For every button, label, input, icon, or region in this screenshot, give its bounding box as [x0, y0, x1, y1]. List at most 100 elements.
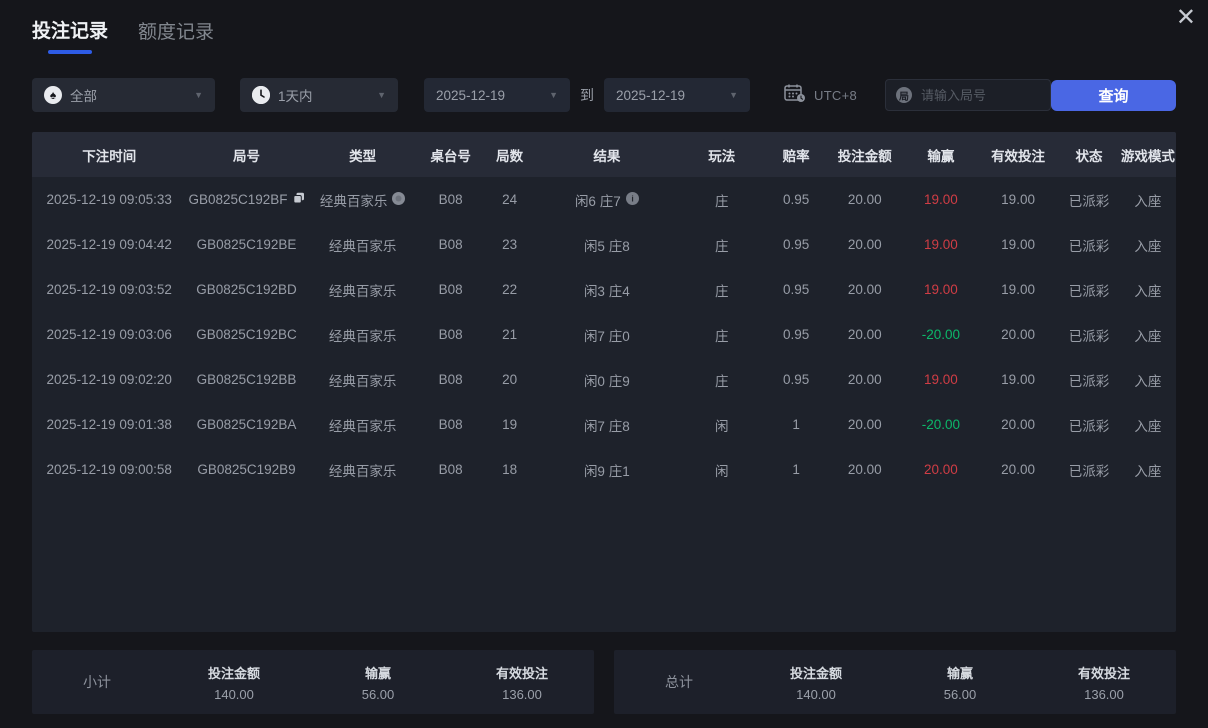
column-header: 局号	[232, 148, 260, 164]
time-range-select-value: 1天内	[278, 89, 313, 104]
cell-bet-type: 庄	[715, 328, 729, 344]
tab-bar: 投注记录 额度记录	[0, 0, 1208, 54]
cell-valid-bet: 19.00	[1001, 282, 1035, 297]
round-number-input[interactable]	[919, 86, 1041, 104]
cell-status: 已派彩	[1068, 328, 1110, 344]
summary-valid-bet: 有效投注 136.00	[1077, 665, 1130, 702]
cell-round-id: GB0825C192BC	[196, 327, 297, 342]
chevron-down-icon: ▼	[194, 90, 203, 100]
game-type-badge-icon	[392, 191, 406, 208]
copy-icon[interactable]	[292, 192, 305, 207]
cell-bet-amount: 20.00	[847, 462, 882, 477]
cell-game-type: 经典百家乐	[328, 463, 397, 479]
cell-valid-bet: 20.00	[1001, 462, 1035, 477]
table-row: 2025-12-19 09:03:06 GB0825C192BC 经典百家乐 B…	[32, 312, 1176, 357]
cell-game-mode: 入座	[1134, 328, 1162, 344]
close-icon[interactable]: ✕	[1176, 4, 1196, 32]
column-header: 状态	[1075, 148, 1103, 164]
date-to-label: 到	[580, 87, 594, 103]
cell-table-number: B08	[438, 372, 463, 387]
cell-game-type: 经典百家乐	[328, 283, 397, 299]
cell-result: 闲0 庄9 i	[583, 373, 630, 389]
chevron-down-icon: ▼	[549, 90, 558, 100]
column-header: 结果	[593, 148, 621, 164]
cell-win-loss: 20.00	[923, 462, 958, 477]
active-tab-underline	[48, 50, 92, 54]
cell-round-id: GB0825C192BB	[196, 372, 297, 387]
cell-bet-amount: 20.00	[847, 372, 882, 387]
cell-bet-time: 2025-12-19 09:00:58	[46, 462, 172, 477]
cell-bet-type: 庄	[715, 283, 729, 299]
cell-game-mode: 入座	[1134, 373, 1162, 389]
cell-game-mode: 入座	[1134, 463, 1162, 479]
spade-icon: ♠	[44, 86, 62, 104]
cell-win-loss: 19.00	[923, 282, 958, 297]
cell-result: 闲6 庄7 i	[536, 190, 677, 210]
cell-status: 已派彩	[1068, 283, 1110, 299]
cell-odds: 0.95	[783, 192, 810, 207]
cell-bet-time: 2025-12-19 09:03:06	[46, 327, 172, 342]
timezone-display: UTC+8	[784, 83, 857, 108]
cell-shoe-number: 18	[502, 462, 518, 477]
cell-game-mode: 入座	[1134, 418, 1162, 434]
table-body: 2025-12-19 09:05:33 GB0825C192BF 经典百家乐 B…	[32, 177, 1176, 492]
date-to-value: 2025-12-19	[616, 87, 686, 103]
column-header: 桌台号	[430, 148, 471, 164]
cell-shoe-number: 21	[502, 327, 518, 342]
cell-status: 已派彩	[1068, 418, 1110, 434]
cell-game-type: 经典百家乐	[328, 238, 397, 254]
summary-panel: 小计 投注金额 140.00 输赢 56.00 有效投注 136.00	[32, 650, 594, 714]
summary-valid-bet: 有效投注 136.00	[495, 665, 548, 702]
table-row: 2025-12-19 09:03:52 GB0825C192BD 经典百家乐 B…	[32, 267, 1176, 312]
chevron-down-icon: ▼	[377, 90, 386, 100]
cell-round-id: GB0825C192B9	[197, 462, 296, 477]
cell-win-loss: 19.00	[923, 237, 958, 252]
cell-status: 已派彩	[1068, 463, 1110, 479]
tab-bet-records[interactable]: 投注记录	[32, 16, 108, 54]
round-number-icon: 局	[896, 87, 913, 103]
tab-bet-records-label: 投注记录	[32, 21, 109, 42]
cell-bet-type: 庄	[715, 373, 729, 389]
table-row: 2025-12-19 09:05:33 GB0825C192BF 经典百家乐 B…	[32, 177, 1176, 222]
cell-table-number: B08	[438, 417, 463, 432]
date-to-select[interactable]: 2025-12-19 ▼	[604, 78, 750, 112]
table-row: 2025-12-19 09:00:58 GB0825C192B9 经典百家乐 B…	[32, 447, 1176, 492]
info-icon[interactable]: i	[625, 191, 639, 208]
game-type-select-value: 全部	[70, 89, 97, 104]
column-header: 游戏模式	[1120, 148, 1175, 164]
cell-bet-amount: 20.00	[847, 192, 882, 207]
cell-bet-type: 闲	[715, 463, 729, 479]
cell-status: 已派彩	[1068, 193, 1110, 209]
cell-result: 闲5 庄8 i	[583, 238, 630, 254]
cell-odds: 1	[792, 417, 800, 432]
time-range-select[interactable]: 1天内 ▼	[240, 78, 398, 112]
summary-bet-amount: 投注金额 140.00	[207, 665, 260, 702]
cell-win-loss: 19.00	[923, 192, 958, 207]
cell-odds: 0.95	[783, 237, 810, 252]
cell-bet-type: 闲	[715, 418, 729, 434]
date-from-select[interactable]: 2025-12-19 ▼	[424, 78, 570, 112]
cell-round-id: GB0825C192BA	[196, 417, 297, 432]
chevron-down-icon: ▼	[729, 90, 738, 100]
cell-round-id: GB0825C192BF	[186, 192, 306, 207]
filter-bar: ♠ 全部 ▼ 1天内 ▼ 2025-12-19 ▼ 到 2025-12-19 ▼	[32, 78, 1176, 112]
cell-game-mode: 入座	[1134, 238, 1162, 254]
cell-bet-amount: 20.00	[847, 237, 882, 252]
tab-quota-records-label: 额度记录	[138, 22, 215, 43]
summary-label: 小计	[83, 674, 111, 690]
cell-odds: 0.95	[783, 372, 810, 387]
cell-shoe-number: 23	[502, 237, 518, 252]
cell-table-number: B08	[438, 327, 463, 342]
cell-result: 闲7 庄0 i	[583, 328, 630, 344]
cell-shoe-number: 19	[502, 417, 518, 432]
tab-quota-records[interactable]: 额度记录	[138, 16, 214, 44]
table-header-row: 下注时间 局号 类型 桌台号 局数 结果 玩法 赔率 投注金额 输赢 有效投注 状态 游戏模式	[32, 132, 1176, 177]
query-button[interactable]: 查询	[1051, 79, 1176, 111]
cell-bet-time: 2025-12-19 09:01:38	[46, 417, 172, 432]
summary-bet-amount: 投注金额 140.00	[789, 665, 842, 702]
timezone-label: UTC+8	[814, 87, 858, 103]
column-header: 局数	[496, 148, 524, 164]
calendar-clock-icon	[784, 83, 806, 108]
summary-win-loss: 输赢 56.00	[943, 665, 977, 702]
game-type-select[interactable]: ♠ 全部 ▼	[32, 78, 215, 112]
